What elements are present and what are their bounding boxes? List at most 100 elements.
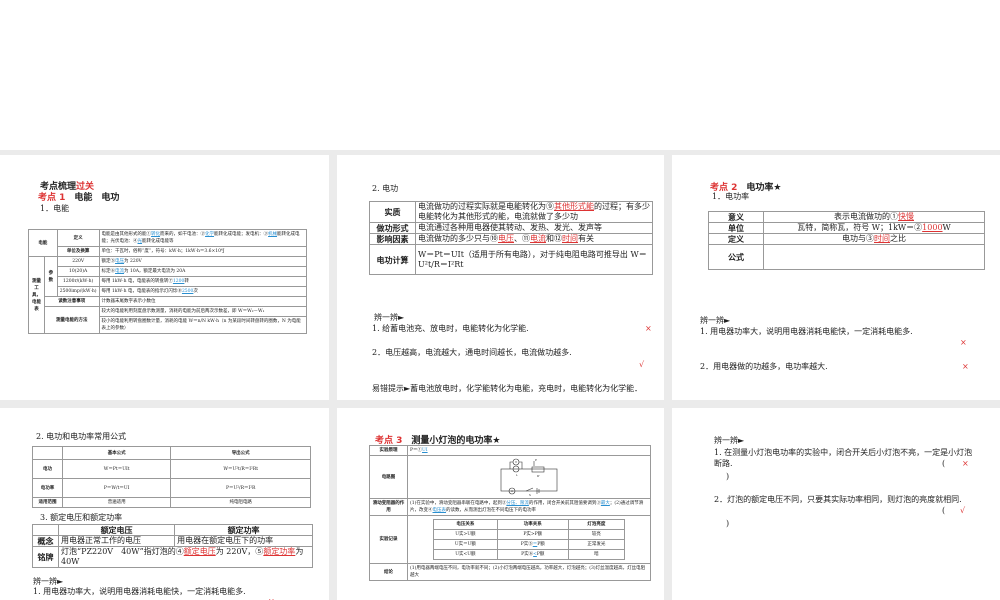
quiz-answer-1: × (962, 459, 969, 468)
cell-value: 标定⑥电流为 10A，额定最大电流为 20A (98, 266, 308, 277)
cell: (1)用电器两端电压不同，电功率就不同；(2)小灯泡两端电压越高，功率越大，灯泡… (407, 563, 651, 581)
cell-key: 公式 (708, 244, 764, 270)
header-cell: 额定功率 (174, 524, 313, 536)
cell-value: 计数器末尾数字表示小数位 (98, 296, 308, 307)
cell-key: 做功形式 (369, 222, 416, 234)
cell-key: 影响因素 (369, 233, 416, 245)
quiz-answer-1: × (960, 338, 967, 347)
cell: 用电器正常工作的电压 (57, 535, 176, 547)
paren: ( (942, 459, 946, 468)
quiz-answer-1: × (268, 596, 275, 600)
row-header: 电能 (28, 229, 58, 257)
svg-text:L: L (516, 473, 518, 477)
paren: ) (726, 472, 730, 481)
cell: 暗 (567, 549, 626, 560)
cell: U实>U额 (433, 529, 498, 540)
cell-value: 电功与③时间之比 (763, 233, 985, 245)
cell-value: 电流做功的多少只与⑩电压、⑪电流和⑫时间有关 (415, 233, 653, 245)
quiz-question-1: 1. 用电器功率大，说明用电器消耗电能快，一定消耗电能多. (700, 327, 913, 336)
experiment-table: 实验原理P＝①UI 电路图 V L A S P R' 滑动变阻器的作用(1) (369, 445, 651, 581)
quiz-question-2: 2．灯泡的额定电压不同，只要其实际功率相同，则灯泡的亮度就相同. (714, 495, 962, 504)
row-header: 适用范围 (32, 497, 63, 508)
subheading: 1．电功率 (712, 192, 750, 201)
header-cell: 电压关系 (433, 519, 498, 530)
quiz-question-1: 1. 在测量小灯泡电功率的实验中，闭合开关后小灯泡不亮，一定是小灯泡断路. (714, 448, 973, 468)
header-cell: 基本公式 (61, 446, 172, 460)
cell: W＝Pt＝UIt (61, 459, 172, 479)
quiz-heading: 辨一辨► (374, 313, 405, 322)
cell: 正常发光 (567, 539, 626, 550)
group-header: 参数 (44, 256, 58, 297)
row-header: 电路图 (369, 455, 408, 499)
cell: 电压关系 功率关系 灯泡亮度 U实>U额 P实>P额 较亮 U实＝U额 P实⑤＝P额 正常发… (407, 515, 651, 564)
cell: 纯电阻电路 (170, 497, 311, 508)
cell: 较亮 (567, 529, 626, 540)
header-cell (32, 524, 59, 536)
cell: W＝U²t/R＝I²Rt (170, 459, 311, 479)
svg-text:P: P (535, 458, 537, 462)
topic-number: 考点 1 (38, 193, 66, 203)
cell-value: 较大的电能利用刻度盘示数测量，消耗的电能为前后两次示数差，即 W＝W₂－W₁ (98, 306, 308, 317)
cell-key: 单位 (708, 222, 764, 234)
electric-work-table: 实质 电流做功的过程实际就是电能转化为⑨其他形式能的过程；有多少电能转化为其他形式… (369, 201, 653, 275)
cell: 灯泡“PZ220V 40W”指灯泡的④额定电压为 220V，⑤额定功率为 40W (58, 546, 313, 568)
header-cell: 功率关系 (496, 519, 569, 530)
quiz-answer-2: × (962, 362, 969, 371)
quiz-question-2: 2．用电器做的功越多，电功率越大. (700, 362, 828, 371)
row-header: 电功率 (32, 478, 63, 498)
cell-value: 表示电流做功的①快慢 (763, 211, 985, 223)
quiz-answer-2: √ (639, 360, 645, 369)
quiz-heading: 辨一辨► (714, 436, 745, 445)
cell: P实>P额 (496, 529, 569, 540)
slide-thumbnail-1[interactable]: 考点梳理过关 考点 1 电能 电功 1．电能 电能 定义 电能是由其他形式的能①转化… (0, 155, 329, 400)
header-cell: 灯泡亮度 (567, 519, 626, 530)
subheading: 1．电能 (40, 204, 70, 213)
paren: ( (942, 506, 946, 515)
cell-key: 意义 (708, 211, 764, 223)
row-header: 实验记录 (369, 515, 408, 564)
slide-thumbnail-6[interactable]: 辨一辨► 1. 在测量小灯泡电功率的实验中，闭合开关后小灯泡不亮，一定是小灯泡断… (672, 408, 1000, 600)
cell-value: W＝Pt＝UIt（适用于所有电路），对于纯电阻电路可推导出 W＝U²t/R＝I²… (415, 244, 653, 275)
cell-key: 定义 (56, 229, 100, 247)
subheading-2: 3. 额定电压和额定功率 (40, 513, 123, 522)
slide-thumbnail-4[interactable]: 2. 电功和电功率常用公式 基本公式 导出公式 电功 W＝Pt＝UIt W＝U²t/R… (0, 408, 329, 600)
cell-value: 较小的电能利用转盘圈数计量，消耗的电能 W＝n/N kW·h（n 为某段时间转盘… (98, 316, 308, 334)
cell-key: 电功计算 (369, 244, 416, 275)
cell: U实＝U额 (433, 539, 498, 550)
svg-text:S: S (529, 493, 531, 497)
cell-key: 1200r/(kW·h) (56, 276, 100, 287)
svg-text:V: V (515, 460, 518, 464)
row-header: 电功 (32, 459, 63, 479)
row-header: 测量工具，电能表 (28, 256, 45, 334)
cell-value: 额定⑤电压为 220V (98, 256, 308, 267)
quiz-answer-1: × (645, 324, 652, 333)
cell: 用电器在额定电压下的功率 (174, 535, 313, 547)
cell-key: 实质 (369, 201, 416, 223)
header-cell (32, 446, 63, 460)
quiz-heading: 辨一辨► (700, 316, 731, 325)
rated-values-table: 额定电压 额定功率 概念 用电器正常工作的电压 用电器在额定电压下的功率 铭牌 灯泡“P… (32, 524, 313, 568)
quiz-question-1: 1. 给蓄电池充、放电时，电能转化为化学能. (372, 324, 529, 333)
cell-value: 每用 1kW·h 电，电能表的指示灯闪烁⑧2500次 (98, 286, 308, 297)
slide-thumbnail-5[interactable]: 考点 3 测量小灯泡的电功率★ 实验原理 P＝①UI 电路图 V L A S P … (337, 408, 664, 600)
topic-title: 电能 电功 (74, 193, 120, 203)
formula-table: 基本公式 导出公式 电功 W＝Pt＝UIt W＝U²t/R＝I²Rt 电功率 P＝W/t… (32, 446, 311, 508)
slide-thumbnail-2[interactable]: 2. 电功 实质 电流做功的过程实际就是电能转化为⑨其他形式能的过程；有多少电能转… (337, 155, 664, 400)
circuit-diagram: V L A S P R' (407, 455, 651, 499)
electric-power-table: 意义 表示电流做功的①快慢 单位 瓦特，简称瓦，符号 W；1kW＝②1000W 定义… (708, 211, 985, 270)
cell: P＝U²/R＝I²R (170, 478, 311, 498)
slide-thumbnail-3[interactable]: 考点 2 电功率★ 1．电功率 意义 表示电流做功的①快慢 单位 瓦特，简称瓦，符号… (672, 155, 1000, 400)
cell-value: 电流做功的过程实际就是电能转化为⑨其他形式能的过程；有多少电能转化为其他形式的能… (415, 201, 653, 223)
cell-key: 单位及换算 (56, 246, 100, 257)
subheading: 2. 电功 (372, 184, 399, 193)
cell-value (763, 244, 985, 270)
quiz-question-2: 2．电压越高，电流越大，通电时间越长，电流做功越多. (372, 348, 572, 357)
circuit-diagram-icon: V L A S P R' (500, 458, 558, 497)
cell-key: 2500imp/(kW·h) (56, 286, 100, 297)
cell-key: 定义 (708, 233, 764, 245)
quiz-answer-2: √ (960, 506, 966, 515)
cell: 普遍适用 (61, 497, 172, 508)
electric-energy-table: 电能 定义 电能是由其他形式的能①转化而来的，如干电池：②化学能转化成电能；发电机：… (28, 229, 308, 334)
cell: P＝W/t＝UI (61, 478, 172, 498)
svg-text:R': R' (537, 474, 540, 478)
